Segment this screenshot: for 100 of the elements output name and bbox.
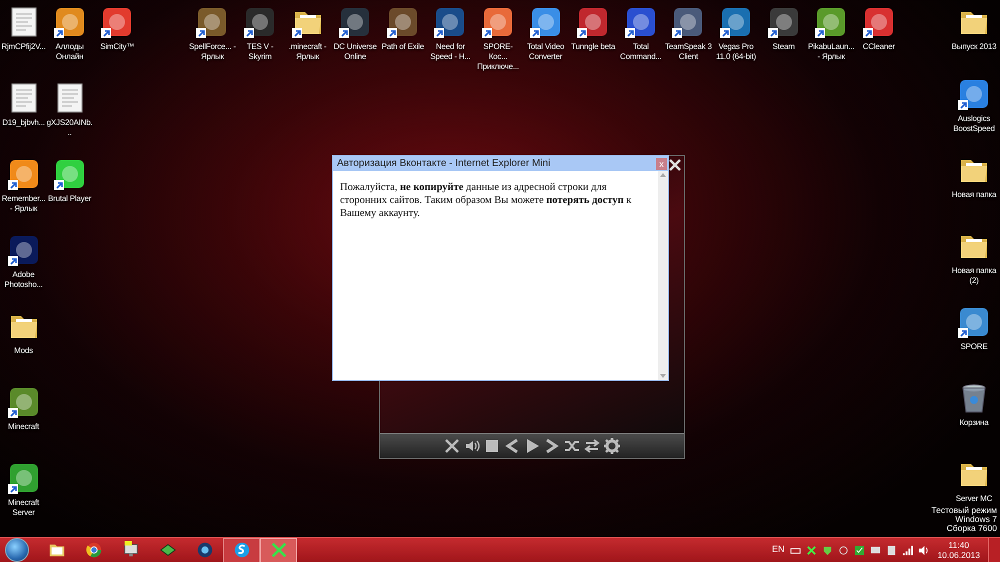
icon-label: Vegas Pro 11.0 (64-bit) bbox=[715, 42, 757, 62]
shortcut-arrow-icon bbox=[386, 28, 397, 38]
shortcut-arrow-icon bbox=[530, 28, 540, 38]
app-icon[interactable] bbox=[672, 6, 704, 38]
icon-label: Brutal Player bbox=[48, 194, 92, 204]
app-icon[interactable] bbox=[577, 6, 610, 38]
app-icon[interactable] bbox=[720, 6, 752, 38]
app-icon[interactable] bbox=[196, 6, 228, 38]
monitor-icon bbox=[122, 541, 140, 559]
test-mode-text: Сборка 7600 bbox=[946, 524, 997, 533]
app-icon[interactable] bbox=[8, 386, 40, 418]
shortcut-arrow-icon bbox=[8, 180, 18, 190]
crossed-arrows-icon[interactable] bbox=[806, 544, 818, 556]
app-icon[interactable] bbox=[339, 6, 372, 38]
signal-icon[interactable] bbox=[902, 544, 914, 556]
app-icon[interactable] bbox=[54, 158, 86, 190]
shortcut-arrow-icon bbox=[815, 28, 826, 38]
shortcut-arrow-icon bbox=[768, 28, 778, 38]
icon-label: D19_bjbvh... bbox=[2, 118, 45, 128]
play-icon[interactable] bbox=[524, 438, 540, 454]
browser-icon bbox=[84, 541, 102, 559]
language-indicator[interactable]: EN bbox=[772, 543, 784, 557]
shuffle-icon[interactable] bbox=[564, 438, 580, 454]
app-icon[interactable] bbox=[624, 6, 657, 38]
app-icon[interactable] bbox=[101, 6, 134, 38]
icon-label: Minecraft Server bbox=[6, 498, 40, 518]
start-button[interactable] bbox=[5, 538, 29, 562]
warning-message: Пожалуйста, не копируйте данные из адресной строки для сторонних сайтов. Таким образом Вы можете потерять доступ к Вашему аккаунту. bbox=[339, 181, 632, 221]
icon-label: TES V - Skyrim bbox=[246, 42, 274, 62]
icon-label: Корзина bbox=[959, 418, 989, 428]
clock[interactable]: 11:40 10.06.2013 bbox=[937, 540, 980, 560]
test-mode-text: Тестовый режим bbox=[931, 506, 997, 515]
shortcut-arrow-icon bbox=[101, 28, 112, 38]
icon-label: gXJS20AINb... bbox=[46, 118, 94, 138]
test-mode-text: Windows 7 bbox=[955, 515, 997, 524]
icon-label: Server MC bbox=[956, 494, 992, 504]
clock-time: 11:40 bbox=[948, 540, 970, 550]
chip-icon bbox=[158, 541, 176, 559]
shortcut-arrow-icon bbox=[196, 28, 206, 38]
app-icon[interactable] bbox=[54, 6, 86, 38]
app-icon[interactable] bbox=[958, 306, 990, 338]
icon-label: SimCity™ bbox=[100, 42, 134, 52]
icon-label: PikabuLaun... - Ярлык bbox=[808, 42, 855, 62]
disc-icon bbox=[196, 541, 214, 559]
icon-label: Minecraft bbox=[8, 422, 40, 432]
stop-icon[interactable] bbox=[484, 438, 500, 454]
icon-label: Path of Exile bbox=[382, 42, 424, 52]
icon-label: SPORE-Кос... Приключе... bbox=[476, 42, 520, 72]
app-icon[interactable] bbox=[244, 6, 276, 38]
shortcut-arrow-icon bbox=[624, 28, 635, 38]
shortcut-arrow-icon bbox=[672, 28, 682, 38]
shortcut-arrow-icon bbox=[482, 28, 492, 38]
shortcut-arrow-icon bbox=[862, 28, 873, 38]
shortcut-arrow-icon bbox=[8, 256, 18, 266]
icon-label: Mods bbox=[14, 346, 33, 356]
check-icon[interactable] bbox=[854, 544, 866, 556]
app-icon[interactable] bbox=[8, 234, 40, 266]
taskbar-button[interactable] bbox=[223, 538, 260, 562]
icon-label: Remember... - Ярлык bbox=[0, 194, 46, 214]
icon-label: Новая папка bbox=[952, 190, 996, 200]
settings-icon[interactable] bbox=[604, 438, 620, 454]
window-title: Авторизация Вконтакте - Internet Explorer Mini bbox=[337, 157, 550, 171]
shortcut-arrow-icon bbox=[434, 28, 444, 38]
app-icon[interactable] bbox=[530, 6, 562, 38]
icon-label: Аллоды Онлайн bbox=[54, 42, 85, 62]
close-icon[interactable] bbox=[668, 158, 682, 172]
shortcut-arrow-icon bbox=[54, 180, 64, 190]
next-icon[interactable] bbox=[544, 438, 560, 454]
shortcut-arrow-icon bbox=[244, 28, 254, 38]
icon-label: SpellForce... - Ярлык bbox=[188, 42, 236, 62]
icon-label: Steam bbox=[772, 42, 795, 52]
icon-label: DC Universe Online bbox=[332, 42, 378, 62]
shortcut-arrow-icon bbox=[54, 28, 64, 38]
previous-icon[interactable] bbox=[504, 438, 520, 454]
volume-icon[interactable] bbox=[464, 438, 480, 454]
icon-label: .minecraft - Ярлык bbox=[288, 42, 328, 62]
icon-label: Total Command... bbox=[619, 42, 663, 62]
shortcut-arrow-icon bbox=[720, 28, 730, 38]
shortcut-arrow-icon bbox=[339, 28, 350, 38]
clock-date: 10.06.2013 bbox=[937, 550, 980, 560]
app-icon[interactable] bbox=[8, 158, 40, 190]
icon-label: Auslogics BoostSpeed bbox=[952, 114, 996, 134]
crossed-arrows-icon[interactable] bbox=[444, 438, 460, 454]
app-icon[interactable] bbox=[862, 6, 895, 38]
app-icon[interactable] bbox=[482, 6, 514, 38]
app-icon[interactable] bbox=[434, 6, 466, 38]
app-icon[interactable] bbox=[386, 6, 419, 38]
app-icon[interactable] bbox=[768, 6, 800, 38]
shortcut-arrow-icon bbox=[958, 328, 968, 338]
app-icon[interactable] bbox=[815, 6, 848, 38]
shortcut-arrow-icon bbox=[958, 100, 968, 110]
icon-label: Need for Speed - H... bbox=[429, 42, 472, 62]
app-icon[interactable] bbox=[8, 462, 40, 494]
icon-label: Adobe Photosho... bbox=[3, 270, 44, 290]
repeat-icon[interactable] bbox=[584, 438, 600, 454]
icon-label: Выпуск 2013 bbox=[952, 42, 996, 52]
volume-icon[interactable] bbox=[918, 544, 930, 556]
app-icon[interactable] bbox=[958, 78, 990, 110]
icon-label: SPORE bbox=[960, 342, 988, 352]
shield-icon[interactable] bbox=[822, 544, 834, 556]
